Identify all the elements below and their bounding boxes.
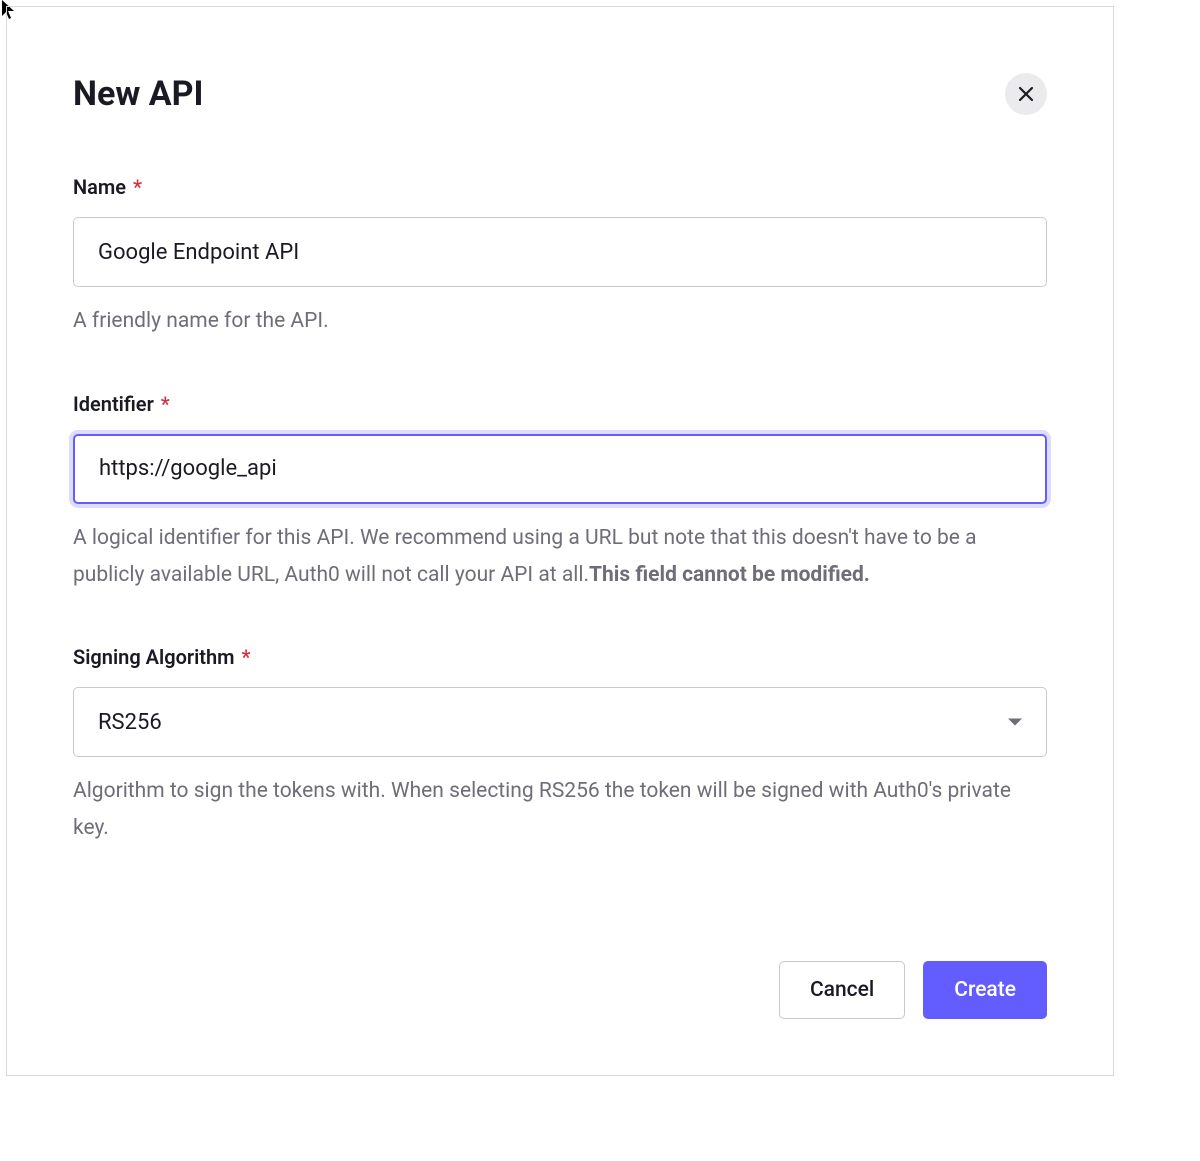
signing-algorithm-select-wrapper: RS256 [73, 687, 1047, 757]
identifier-label: Identifier * [73, 392, 1047, 416]
dialog-header: New API [73, 73, 1047, 115]
identifier-helper-text: A logical identifier for this API. We re… [73, 520, 1047, 594]
name-label: Name * [73, 175, 1047, 199]
name-label-text: Name [73, 175, 126, 199]
identifier-helper-bold: This field cannot be modified. [589, 563, 870, 587]
new-api-dialog: New API Name * A friendly name for the A… [6, 6, 1114, 1076]
identifier-input[interactable] [73, 434, 1047, 504]
dialog-title: New API [73, 74, 203, 114]
signing-algorithm-field-group: Signing Algorithm * RS256 Algorithm to s… [73, 645, 1047, 847]
dialog-footer: Cancel Create [779, 961, 1047, 1019]
create-button[interactable]: Create [923, 961, 1047, 1019]
signing-algorithm-label: Signing Algorithm * [73, 645, 1047, 669]
signing-algorithm-label-text: Signing Algorithm [73, 645, 235, 669]
cancel-button[interactable]: Cancel [779, 961, 905, 1019]
close-button[interactable] [1005, 73, 1047, 115]
signing-algorithm-value: RS256 [98, 710, 162, 735]
identifier-label-text: Identifier [73, 392, 154, 416]
name-helper-text: A friendly name for the API. [73, 303, 1047, 340]
name-input[interactable] [73, 217, 1047, 287]
required-marker: * [133, 175, 142, 199]
signing-algorithm-helper-text: Algorithm to sign the tokens with. When … [73, 773, 1047, 847]
required-marker: * [161, 392, 170, 416]
identifier-field-group: Identifier * A logical identifier for th… [73, 392, 1047, 594]
close-icon [1017, 85, 1035, 103]
required-marker: * [242, 645, 251, 669]
signing-algorithm-select[interactable]: RS256 [73, 687, 1047, 757]
name-field-group: Name * A friendly name for the API. [73, 175, 1047, 340]
